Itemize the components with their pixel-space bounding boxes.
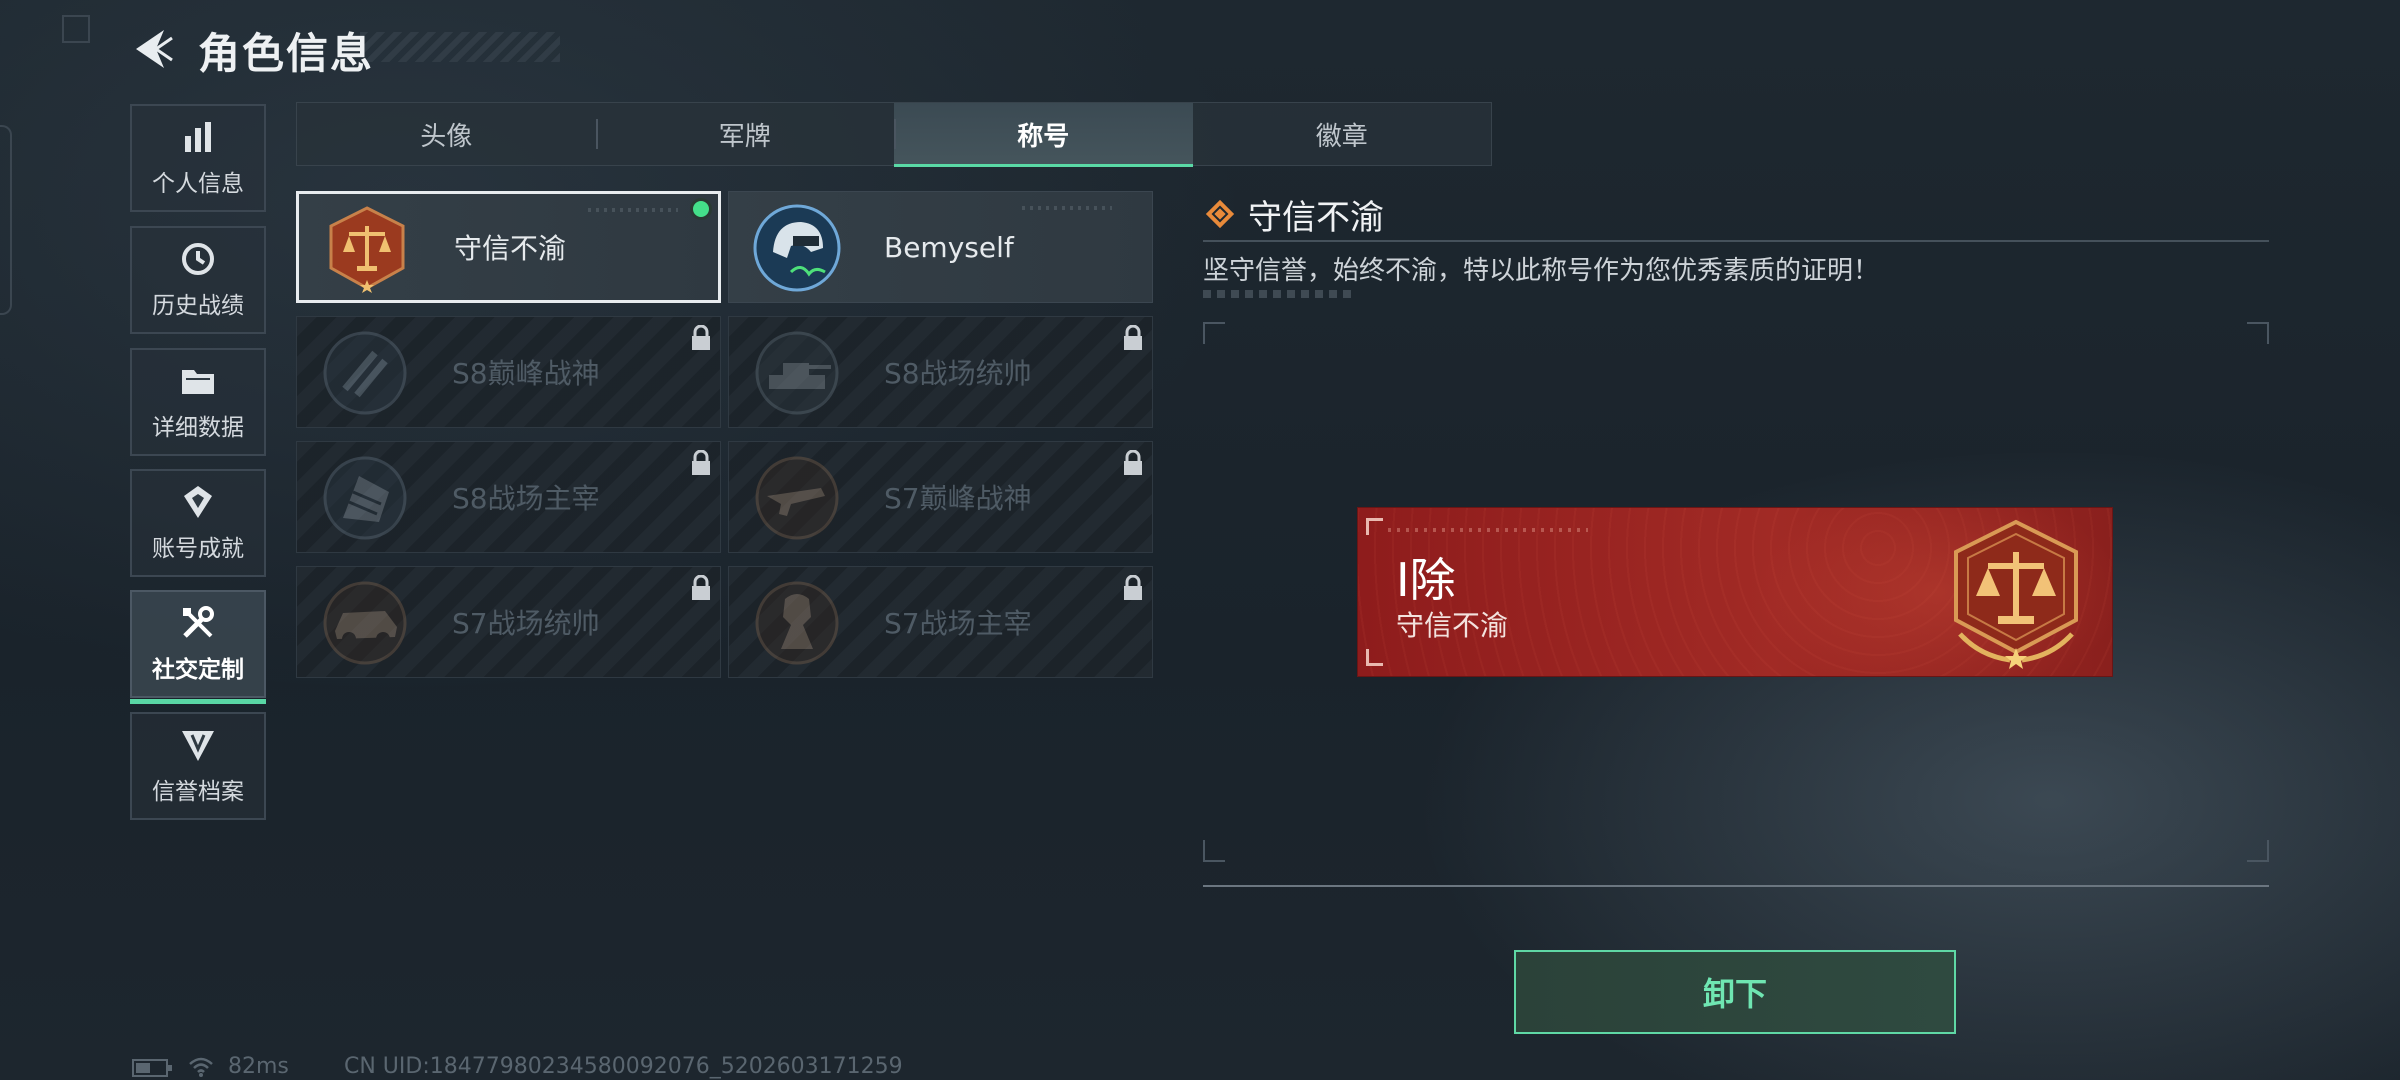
sidebar-item-label: 社交定制 [152,657,244,683]
tab-avatar[interactable]: 头像 [297,103,596,165]
title-card-locked[interactable]: S7战场主宰 [728,566,1153,678]
title-card-locked[interactable]: S8巅峰战神 [296,316,721,428]
divider [1203,885,2269,887]
title-card-selected[interactable]: 守信不渝 [296,191,721,303]
title-name: S8巅峰战神 [452,357,600,390]
tank-emblem-icon [755,331,839,415]
sidebar-item-label: 详细数据 [152,415,244,441]
lock-icon [692,575,710,600]
bar-chart-icon [179,118,217,156]
title-name: S8战场主宰 [452,482,600,515]
banner-corner [1366,649,1383,666]
divider [1203,240,2269,242]
back-button[interactable] [128,26,174,72]
wifi-icon [189,1057,213,1077]
banner-title: 守信不渝 [1396,609,1509,642]
title-name: S7战场主宰 [884,607,1032,640]
micro-text-decoration [1203,290,1353,298]
title-card-locked[interactable]: S7巅峰战神 [728,441,1153,553]
tab-title[interactable]: 称号 [894,103,1193,167]
folder-icon [179,362,217,400]
title-card-locked[interactable]: S8战场主宰 [296,441,721,553]
equipped-indicator [690,198,712,220]
battery-icon [132,1059,172,1077]
micro-text-decoration [588,208,678,212]
frame-corner [2247,322,2269,344]
scales-emblem-icon [1954,519,2078,669]
frame-corner [1203,840,1225,862]
sidebar-item-label: 账号成就 [152,536,244,562]
scales-emblem-icon [329,206,405,293]
building-emblem-icon [323,456,407,540]
corner-marker [62,15,90,43]
title-name: S7战场统帅 [452,607,600,640]
detail-description: 坚守信誉，始终不渝，特以此称号作为您优秀素质的证明！ [1203,256,1880,286]
title-card-locked[interactable]: S7战场统帅 [296,566,721,678]
lock-icon [692,325,710,350]
sidebar-item-personal-info[interactable]: 个人信息 [130,104,266,212]
detail-title: 守信不渝 [1248,198,1384,238]
lock-icon [1124,575,1142,600]
title-preview-banner: I除 守信不渝 [1358,508,2112,676]
micro-text-decoration [1388,528,1588,532]
history-clock-icon [179,240,217,278]
diamond-icon [1205,199,1235,229]
sidebar-item-social[interactable]: 社交定制 [130,590,266,704]
title-name: 守信不渝 [454,232,567,265]
season-emblem-icon [323,331,407,415]
banner-corner [1366,518,1383,535]
vehicle-emblem-icon [323,581,407,665]
tab-dogtag[interactable]: 军牌 [595,103,895,165]
uid-text: CN UID:18477980234580092076_520260317125… [344,1054,903,1079]
sidebar-item-detailed-data[interactable]: 详细数据 [130,348,266,456]
lock-icon [692,450,710,475]
title-name: Bemyself [884,230,1014,264]
soldier-emblem-icon [755,581,839,665]
helmet-emblem-icon [753,204,841,292]
tools-icon [179,604,217,642]
page-title: 角色信息 [198,29,375,78]
title-name: S7巅峰战神 [884,482,1032,515]
back-arrow-icon [136,30,173,68]
sidebar-item-label: 历史战绩 [152,293,244,319]
rifle-emblem-icon [755,456,839,540]
title-card[interactable]: Bemyself [728,191,1153,303]
title-name: S8战场统帅 [884,357,1032,390]
title-decoration [360,32,560,62]
achievement-icon [179,483,217,521]
frame-corner [2247,840,2269,862]
ping-value: 82ms [228,1054,289,1079]
sidebar-item-achievements[interactable]: 账号成就 [130,469,266,577]
lock-icon [1124,325,1142,350]
frame-corner [1203,322,1225,344]
sidebar-item-history[interactable]: 历史战绩 [130,226,266,334]
sidebar-item-label: 个人信息 [152,171,244,197]
title-card-locked[interactable]: S8战场统帅 [728,316,1153,428]
side-edge-handle[interactable] [0,125,12,315]
reputation-icon [179,726,217,764]
banner-player-name: I除 [1396,553,1456,607]
lock-icon [1124,450,1142,475]
tab-badge[interactable]: 徽章 [1193,103,1492,165]
micro-text-decoration [1022,206,1112,210]
unequip-button[interactable]: 卸下 [1514,950,1956,1034]
sidebar-item-reputation[interactable]: 信誉档案 [130,712,266,820]
sidebar-item-label: 信誉档案 [152,779,244,805]
tab-bar: 头像 军牌 称号 徽章 [296,102,1492,167]
